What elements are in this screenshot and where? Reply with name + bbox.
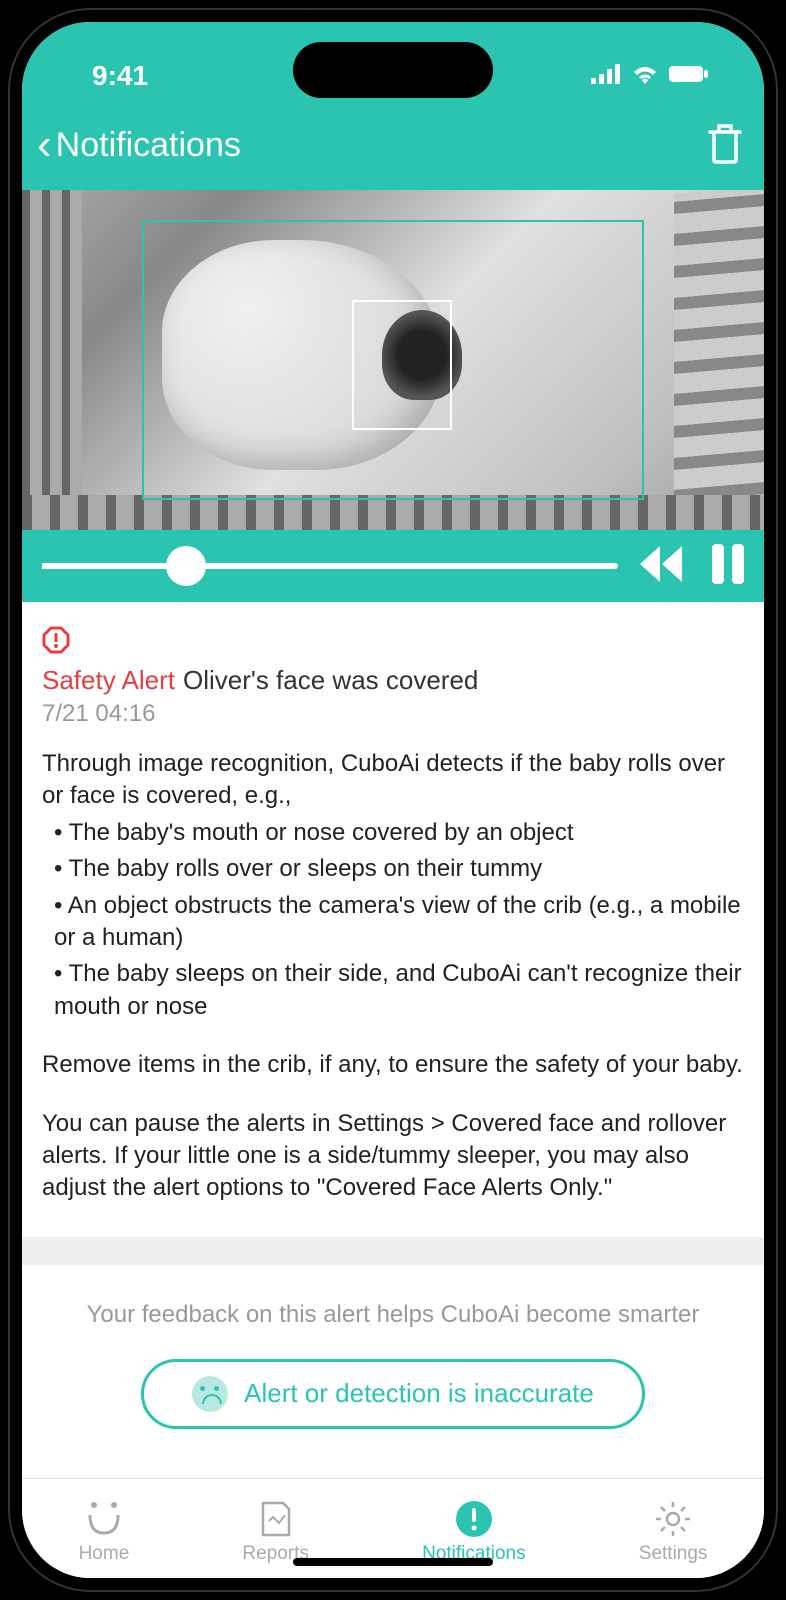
- feedback-prompt: Your feedback on this alert helps CuboAi…: [42, 1301, 744, 1329]
- player-controls: [638, 544, 744, 589]
- tab-reports[interactable]: Reports: [242, 1499, 309, 1565]
- feedback-button-label: Alert or detection is inaccurate: [244, 1378, 594, 1409]
- tab-settings[interactable]: Settings: [639, 1499, 708, 1565]
- alert-bullet: • The baby rolls over or sleeps on their…: [42, 853, 744, 885]
- pause-button[interactable]: [712, 544, 744, 589]
- alert-body: Through image recognition, CuboAi detect…: [42, 748, 744, 1205]
- trash-icon: [706, 122, 744, 164]
- pause-icon: [712, 544, 744, 584]
- progress-fill: [42, 563, 186, 569]
- wifi-icon: [631, 64, 659, 89]
- alert-timestamp: 7/21 04:16: [42, 700, 744, 728]
- rewind-icon: [638, 546, 682, 582]
- alert-intro: Through image recognition, CuboAi detect…: [42, 748, 744, 813]
- content-area: Safety Alert Oliver's face was covered 7…: [22, 602, 764, 1478]
- feedback-section: Your feedback on this alert helps CuboAi…: [22, 1265, 764, 1469]
- player-bar: [22, 530, 764, 602]
- alert-label: Safety Alert: [42, 665, 175, 696]
- notifications-icon: [454, 1499, 494, 1539]
- detection-zone-inner: [352, 300, 452, 430]
- home-indicator[interactable]: [293, 1558, 493, 1566]
- alert-bullet: • The baby's mouth or nose covered by an…: [42, 817, 744, 849]
- tab-label: Settings: [639, 1543, 708, 1565]
- tab-label: Home: [79, 1543, 130, 1565]
- crib-decoration: [22, 495, 764, 530]
- header-bar: ‹ Notifications: [22, 110, 764, 190]
- alert-settings-hint: You can pause the alerts in Settings > C…: [42, 1108, 744, 1205]
- alert-bullet: • The baby sleeps on their side, and Cub…: [42, 958, 744, 1023]
- delete-button[interactable]: [706, 122, 744, 169]
- sad-face-icon: [192, 1376, 228, 1412]
- progress-slider[interactable]: [42, 563, 618, 569]
- alert-message: Oliver's face was covered: [183, 665, 478, 696]
- video-preview[interactable]: [22, 190, 764, 530]
- alert-bullet: • An object obstructs the camera's view …: [42, 890, 744, 955]
- section-divider: [22, 1237, 764, 1265]
- rewind-button[interactable]: [638, 546, 682, 587]
- cellular-signal-icon: [591, 64, 621, 89]
- crib-decoration: [22, 190, 82, 530]
- alert-section: Safety Alert Oliver's face was covered 7…: [22, 602, 764, 1237]
- alert-octagon-icon: [42, 626, 70, 654]
- phone-screen: 9:41 ‹ Notifications: [22, 22, 764, 1578]
- feedback-inaccurate-button[interactable]: Alert or detection is inaccurate: [141, 1359, 645, 1429]
- reports-icon: [259, 1499, 293, 1539]
- battery-icon: [669, 64, 709, 89]
- back-label: Notifications: [56, 126, 241, 165]
- phone-frame: 9:41 ‹ Notifications: [10, 10, 776, 1590]
- home-icon: [84, 1499, 124, 1539]
- tab-notifications[interactable]: Notifications: [422, 1499, 526, 1565]
- alert-icon-row: [42, 626, 744, 659]
- settings-icon: [653, 1499, 693, 1539]
- alert-advice: Remove items in the crib, if any, to ens…: [42, 1049, 744, 1081]
- back-button[interactable]: ‹ Notifications: [37, 120, 241, 170]
- crib-decoration: [674, 190, 764, 530]
- progress-thumb[interactable]: [166, 546, 206, 586]
- status-time: 9:41: [92, 60, 148, 92]
- chevron-left-icon: ‹: [37, 120, 52, 170]
- dynamic-island: [293, 42, 493, 98]
- status-icons: [591, 64, 709, 89]
- alert-title: Safety Alert Oliver's face was covered: [42, 665, 744, 696]
- tab-home[interactable]: Home: [79, 1499, 130, 1565]
